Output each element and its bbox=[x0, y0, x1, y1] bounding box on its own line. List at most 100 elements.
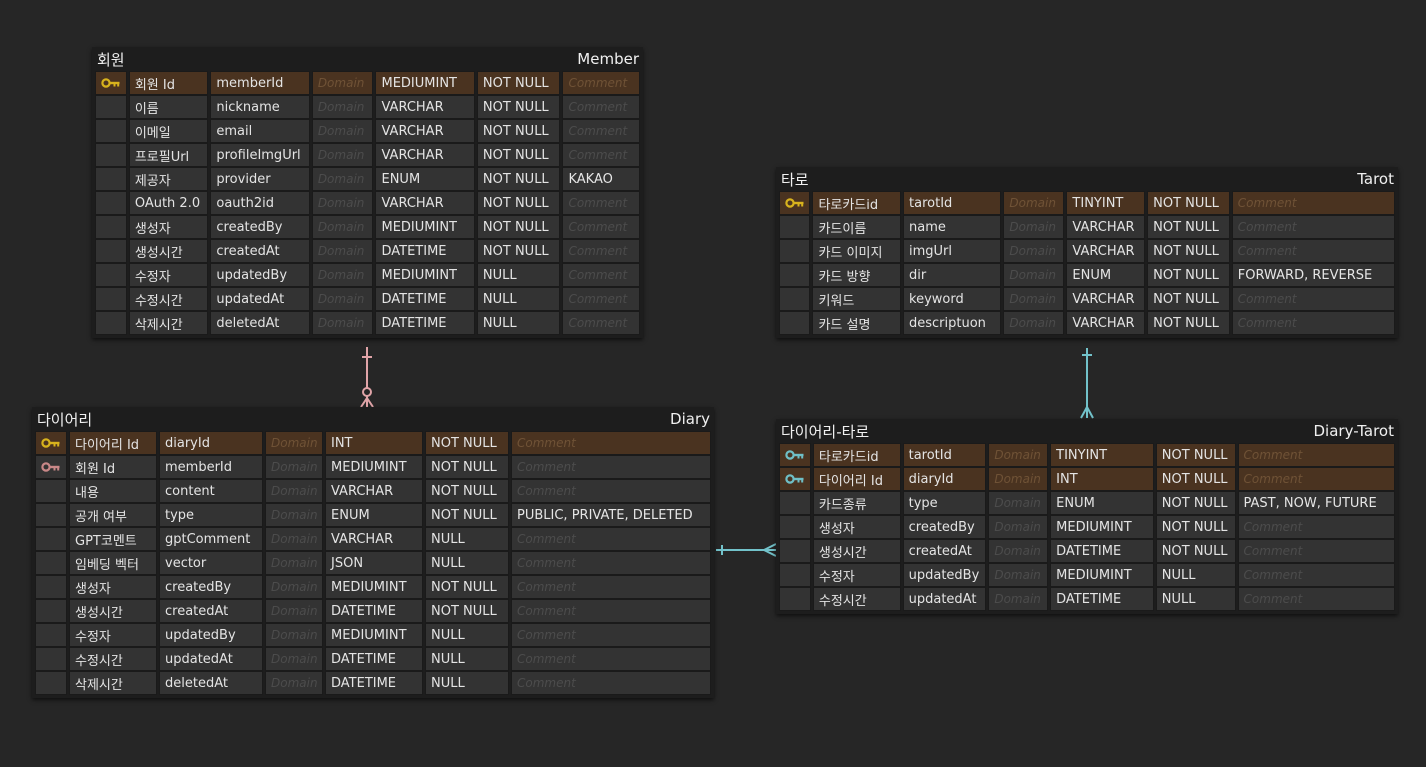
column-label[interactable]: 생성시간 bbox=[69, 599, 157, 623]
column-name[interactable]: dir bbox=[903, 263, 1002, 287]
column-row[interactable]: 임베딩 벡터 vector Domain JSON NULL Comment bbox=[35, 551, 711, 575]
column-name[interactable]: nickname bbox=[210, 95, 310, 119]
column-type[interactable]: MEDIUMINT bbox=[375, 263, 475, 287]
column-comment[interactable]: Comment bbox=[511, 479, 711, 503]
column-name[interactable]: updatedAt bbox=[210, 287, 310, 311]
column-comment[interactable]: Comment bbox=[511, 551, 711, 575]
column-label[interactable]: 카드종류 bbox=[812, 491, 901, 515]
column-nullable[interactable]: NOT NULL bbox=[1147, 215, 1230, 239]
column-row[interactable]: GPT코멘트 gptComment Domain VARCHAR NULL Comment bbox=[35, 527, 711, 551]
column-row[interactable]: 수정자 updatedBy Domain MEDIUMINT NULL Comment bbox=[95, 263, 641, 287]
column-label[interactable]: 임베딩 벡터 bbox=[69, 551, 157, 575]
column-comment[interactable]: Comment bbox=[562, 95, 641, 119]
column-label[interactable]: 수정자 bbox=[128, 263, 209, 287]
column-type[interactable]: MEDIUMINT bbox=[1050, 563, 1154, 587]
column-type[interactable]: DATETIME bbox=[1050, 539, 1154, 563]
relation-member-diary[interactable] bbox=[360, 347, 374, 408]
column-domain[interactable]: Domain bbox=[311, 167, 374, 191]
column-row[interactable]: 생성시간 createdAt Domain DATETIME NOT NULL Comme… bbox=[95, 239, 641, 263]
column-label[interactable]: 타로카드id bbox=[812, 191, 902, 215]
column-nullable[interactable]: NOT NULL bbox=[1155, 491, 1236, 515]
column-domain[interactable]: Domain bbox=[1003, 239, 1065, 263]
column-nullable[interactable]: NOT NULL bbox=[1155, 515, 1236, 539]
column-comment[interactable]: Comment bbox=[562, 239, 641, 263]
column-name[interactable]: oauth2id bbox=[210, 191, 310, 215]
column-comment[interactable]: Comment bbox=[562, 215, 641, 239]
column-type[interactable]: VARCHAR bbox=[375, 191, 475, 215]
column-domain[interactable]: Domain bbox=[265, 431, 323, 455]
column-domain[interactable]: Domain bbox=[265, 479, 323, 503]
column-name[interactable]: vector bbox=[159, 551, 263, 575]
column-name[interactable]: type bbox=[902, 491, 987, 515]
column-nullable[interactable]: NOT NULL bbox=[1147, 311, 1230, 335]
table-header[interactable]: 다이어리-타로 Diary-Tarot bbox=[776, 419, 1398, 443]
column-label[interactable]: 회원 Id bbox=[69, 455, 157, 479]
column-nullable[interactable]: NOT NULL bbox=[476, 95, 561, 119]
column-type[interactable]: DATETIME bbox=[375, 239, 475, 263]
column-nullable[interactable]: NOT NULL bbox=[425, 599, 509, 623]
column-name[interactable]: memberId bbox=[159, 455, 263, 479]
column-name[interactable]: createdAt bbox=[159, 599, 263, 623]
column-row[interactable]: 키워드 keyword Domain VARCHAR NOT NULL Comment bbox=[779, 287, 1395, 311]
column-domain[interactable]: Domain bbox=[265, 551, 323, 575]
column-type[interactable]: MEDIUMINT bbox=[375, 215, 475, 239]
column-name[interactable]: tarotId bbox=[903, 191, 1002, 215]
table-member[interactable]: 회원 Member 회원 Id memberId Domain MEDIUMINT NOT … bbox=[92, 47, 643, 338]
column-label[interactable]: 삭제시간 bbox=[128, 311, 209, 335]
column-nullable[interactable]: NOT NULL bbox=[425, 503, 509, 527]
column-name[interactable]: createdAt bbox=[902, 539, 987, 563]
column-label[interactable]: 생성자 bbox=[812, 515, 901, 539]
table-header[interactable]: 회원 Member bbox=[92, 47, 643, 71]
column-row[interactable]: 내용 content Domain VARCHAR NOT NULL Comment bbox=[35, 479, 711, 503]
relation-tarot-diarytarot[interactable] bbox=[1080, 348, 1094, 419]
column-type[interactable]: ENUM bbox=[325, 503, 423, 527]
column-label[interactable]: 수정시간 bbox=[812, 587, 901, 611]
column-label[interactable]: 생성자 bbox=[128, 215, 209, 239]
column-nullable[interactable]: NOT NULL bbox=[476, 167, 561, 191]
column-domain[interactable]: Domain bbox=[311, 263, 374, 287]
column-domain[interactable]: Domain bbox=[988, 515, 1049, 539]
column-domain[interactable]: Domain bbox=[265, 671, 323, 695]
column-domain[interactable]: Domain bbox=[311, 215, 374, 239]
column-label[interactable]: 이메일 bbox=[128, 119, 209, 143]
column-nullable[interactable]: NULL bbox=[476, 311, 561, 335]
table-diary-tarot[interactable]: 다이어리-타로 Diary-Tarot 타로카드id tarotId Domain TIN… bbox=[776, 419, 1398, 614]
column-name[interactable]: createdBy bbox=[902, 515, 987, 539]
column-comment[interactable]: Comment bbox=[562, 71, 641, 95]
column-domain[interactable]: Domain bbox=[265, 455, 323, 479]
column-name[interactable]: updatedBy bbox=[159, 623, 263, 647]
column-nullable[interactable]: NOT NULL bbox=[1147, 263, 1230, 287]
column-name[interactable]: createdBy bbox=[210, 215, 310, 239]
column-row[interactable]: 프로필Url profileImgUrl Domain VARCHAR NOT NULL… bbox=[95, 143, 641, 167]
column-name[interactable]: deletedAt bbox=[159, 671, 263, 695]
column-row[interactable]: 제공자 provider Domain ENUM NOT NULL KAKAO bbox=[95, 167, 641, 191]
column-comment[interactable]: Comment bbox=[511, 527, 711, 551]
column-comment[interactable]: Comment bbox=[511, 455, 711, 479]
column-comment[interactable]: Comment bbox=[1231, 311, 1395, 335]
column-row[interactable]: 카드이름 name Domain VARCHAR NOT NULL Comment bbox=[779, 215, 1395, 239]
column-comment[interactable]: Comment bbox=[511, 647, 711, 671]
column-row[interactable]: 이메일 email Domain VARCHAR NOT NULL Comment bbox=[95, 119, 641, 143]
column-row[interactable]: 카드 이미지 imgUrl Domain VARCHAR NOT NULL Comment bbox=[779, 239, 1395, 263]
column-domain[interactable]: Domain bbox=[1003, 191, 1065, 215]
column-domain[interactable]: Domain bbox=[1003, 311, 1065, 335]
column-nullable[interactable]: NULL bbox=[476, 287, 561, 311]
column-name[interactable]: email bbox=[210, 119, 310, 143]
column-nullable[interactable]: NULL bbox=[425, 527, 509, 551]
column-row[interactable]: 삭제시간 deletedAt Domain DATETIME NULL Comment bbox=[35, 671, 711, 695]
column-label[interactable]: 수정시간 bbox=[128, 287, 209, 311]
column-domain[interactable]: Domain bbox=[1003, 287, 1065, 311]
column-domain[interactable]: Domain bbox=[311, 239, 374, 263]
column-comment[interactable]: Comment bbox=[1231, 191, 1395, 215]
column-type[interactable]: DATETIME bbox=[375, 311, 475, 335]
column-label[interactable]: 삭제시간 bbox=[69, 671, 157, 695]
column-name[interactable]: tarotId bbox=[902, 443, 987, 467]
column-row[interactable]: 수정시간 updatedAt Domain DATETIME NULL Comment bbox=[35, 647, 711, 671]
column-domain[interactable]: Domain bbox=[988, 563, 1049, 587]
column-label[interactable]: 수정자 bbox=[69, 623, 157, 647]
column-nullable[interactable]: NOT NULL bbox=[1147, 191, 1230, 215]
column-comment[interactable]: Comment bbox=[1231, 239, 1395, 263]
column-row[interactable]: 수정자 updatedBy Domain MEDIUMINT NULL Comment bbox=[779, 563, 1395, 587]
column-name[interactable]: type bbox=[159, 503, 263, 527]
column-type[interactable]: MEDIUMINT bbox=[325, 575, 423, 599]
